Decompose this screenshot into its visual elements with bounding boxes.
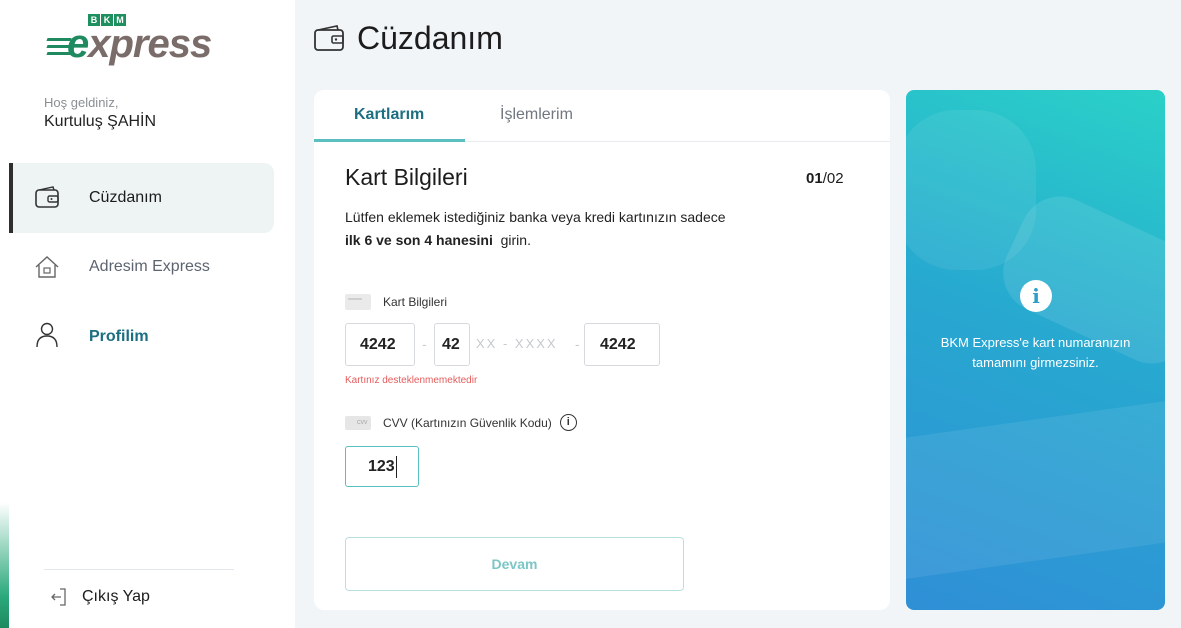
error-message: Kartınız desteklenmemektedir [345,375,478,386]
page-header: Cüzdanım [313,20,503,57]
form-title: Kart Bilgileri [345,164,468,190]
card-first4-input[interactable]: 4242 [345,323,415,366]
info-icon: i [1020,280,1052,312]
wallet-icon [314,24,344,51]
wallet-icon [35,186,59,208]
sidebar-divider [44,569,234,570]
logout-button[interactable]: Çıkış Yap [50,587,150,607]
card-last4-input[interactable]: 4242 [584,323,660,366]
sidebar-item-label: Cüzdanım [89,189,162,206]
sidebar-item-label: Profilim [89,328,149,345]
text-caret [395,455,397,478]
sidebar-item-adresim-express[interactable]: Adresim Express [9,232,274,302]
card-next2-input[interactable]: 42 [434,323,470,366]
tab-kartlarim[interactable]: Kartlarım [354,106,424,124]
form-description: Lütfen eklemek istediğiniz banka veya kr… [345,209,726,248]
user-name: Kurtuluş ŞAHİN [44,113,157,130]
welcome-block: Hoş geldiniz, Kurtuluş ŞAHİN [44,95,156,131]
bkm-express-logo[interactable]: B K M express [45,14,220,66]
card-number-label: Kart Bilgileri [345,294,447,310]
logout-icon [51,588,66,606]
tab-bar: Kartlarım İşlemlerim [314,90,890,142]
info-message: BKM Express'e kart numaranızın tamamını … [940,335,1131,370]
tab-active-indicator [314,139,465,142]
welcome-greeting: Hoş geldiniz, [44,95,119,110]
page-title: Cüzdanım [357,20,503,56]
tab-islemlerim[interactable]: İşlemlerim [500,106,573,124]
separator: - [575,336,580,352]
card-icon [345,294,371,310]
masked-digits: XX - XXXX [476,336,558,351]
cvv-label: CVV CVV (Kartınızın Güvenlik Kodu) i [345,414,577,431]
sidebar-accent-strip [0,0,9,628]
continue-button[interactable]: Devam [345,537,684,591]
cvv-input[interactable]: 123 [345,446,419,487]
sidebar: B K M express Hoş geldiniz, Kurtuluş ŞAH… [0,0,295,628]
logo-wordmark: express [67,22,212,66]
sidebar-item-label: Adresim Express [89,258,210,275]
separator: - [422,336,427,352]
user-icon [36,322,58,348]
card-form-panel: Kartlarım İşlemlerim Kart Bilgileri 01/0… [314,90,890,610]
info-icon[interactable]: i [559,414,577,431]
step-indicator: 01/02 [806,170,844,187]
cvv-card-icon: CVV [345,415,371,430]
sidebar-item-profilim[interactable]: Profilim [9,302,274,372]
info-panel: i BKM Express'e kart numaranızın tamamın… [906,90,1165,610]
home-icon [35,256,59,278]
logout-label: Çıkış Yap [82,588,150,605]
sidebar-item-cuzdanim[interactable]: Cüzdanım [9,163,274,233]
